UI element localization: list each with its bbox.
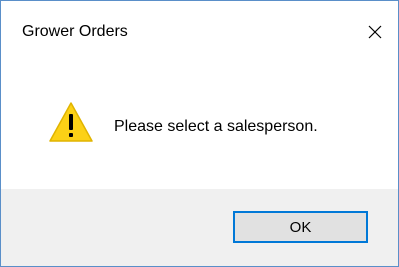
title-bar: Grower Orders xyxy=(1,1,398,63)
window-title: Grower Orders xyxy=(22,23,128,40)
message-dialog: Grower Orders Please select a salesperso… xyxy=(0,0,399,267)
warning-icon xyxy=(49,102,93,142)
close-button[interactable] xyxy=(352,1,398,63)
dialog-content: Please select a salesperson. xyxy=(1,63,398,189)
ok-button[interactable]: OK xyxy=(233,211,368,243)
close-icon xyxy=(368,25,382,39)
dialog-footer: OK xyxy=(1,189,398,266)
message-text: Please select a salesperson. xyxy=(114,118,318,135)
